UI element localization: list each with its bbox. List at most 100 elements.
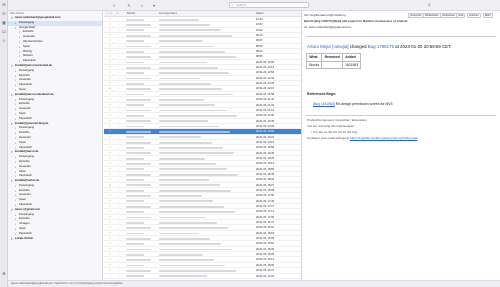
- read-status-icon[interactable]: ◦: [118, 274, 119, 279]
- changes-table: What Removed Added Blocks 1811563: [305, 53, 362, 70]
- folder-pane: Alle Ordner ▾ aaron.reidenbach@googlemail…: [8, 11, 103, 280]
- redacted-correspondent: [126, 195, 151, 197]
- redacted-correspondent: [126, 184, 151, 187]
- redacted-correspondent: [126, 120, 151, 123]
- redacted-subject: [159, 163, 216, 165]
- redacted-correspondent: [126, 179, 144, 181]
- app-menu-icon[interactable]: ≡: [428, 2, 438, 9]
- redacted-subject: [159, 275, 207, 278]
- redacted-subject: [159, 216, 206, 219]
- redacted-subject: [159, 61, 207, 64]
- redacted-correspondent: [126, 50, 144, 53]
- redacted-correspondent: [126, 125, 144, 128]
- spaces-toolbar: ✉ ☷ ▦ ☑ ☺ ⚙: [0, 0, 8, 287]
- redacted-subject: [159, 40, 203, 42]
- table-header-what: What: [305, 53, 323, 62]
- redacted-correspondent: [126, 152, 151, 155]
- redacted-correspondent: [126, 45, 151, 48]
- redacted-subject: [159, 109, 226, 112]
- redacted-subject: [159, 56, 236, 58]
- header-divider: [306, 36, 496, 37]
- redacted-subject: [159, 269, 236, 272]
- redacted-correspondent: [126, 93, 144, 96]
- configure-text: Configure your email settings at: [307, 136, 351, 140]
- redacted-subject: [159, 237, 210, 240]
- tag-button[interactable]: ⌂: [139, 3, 145, 8]
- redacted-correspondent: [126, 66, 151, 69]
- redacted-subject: [159, 66, 218, 69]
- redacted-correspondent: [126, 40, 144, 42]
- junk-button[interactable]: Junk: [456, 13, 466, 18]
- redacted-correspondent: [126, 168, 144, 171]
- search-field[interactable]: ⌕ Search…: [229, 2, 309, 8]
- redacted-subject: [159, 243, 221, 246]
- redacted-correspondent: [126, 163, 151, 165]
- redacted-subject: [159, 248, 232, 251]
- delete-button[interactable]: Löschen: [467, 13, 481, 18]
- redacted-correspondent: [126, 141, 151, 144]
- table-header-added: Added: [342, 53, 362, 62]
- redacted-subject: [159, 189, 231, 192]
- redacted-correspondent: [126, 253, 144, 256]
- chat-space-icon[interactable]: ☺: [2, 39, 7, 43]
- redacted-subject: [159, 184, 220, 187]
- message-row[interactable]: ☆ ◦ 20.01.23, 14:34: [104, 274, 301, 279]
- redacted-subject: [159, 98, 204, 101]
- addressbook-space-icon[interactable]: ☷: [2, 12, 7, 16]
- change-time: at 2023-01-20 20:59:59 CET:: [393, 44, 452, 49]
- email-settings-link[interactable]: https://bugzilla.mozilla.org/userprefs.c…: [350, 136, 417, 140]
- redacted-correspondent: [126, 205, 151, 208]
- redacted-correspondent: [126, 264, 144, 267]
- tasks-space-icon[interactable]: ☑: [2, 30, 7, 34]
- redacted-correspondent: [126, 82, 144, 85]
- referenced-bugs-heading: Referenced Bugs:: [307, 92, 337, 96]
- message-pane: Antworten Weiterleiten Archivieren Junk Lösc…: [303, 11, 500, 280]
- footer-divider: [306, 115, 496, 116]
- mail-space-icon[interactable]: ✉: [2, 3, 7, 7]
- redacted-correspondent: [126, 24, 151, 26]
- redacted-subject: [159, 157, 205, 160]
- more-button[interactable]: Mehr: [483, 13, 493, 18]
- changed-text: changed: [348, 44, 368, 49]
- bugzilla-user-link[interactable]: Arturo Mejia [:amejia]: [307, 44, 348, 49]
- menu-button[interactable]: ▾: [151, 3, 157, 8]
- redacted-subject: [159, 232, 199, 235]
- bug-link[interactable]: Bug 1796175: [368, 44, 394, 49]
- star-icon[interactable]: ☆: [109, 274, 111, 279]
- search-icon: ⌕: [231, 3, 234, 7]
- thunderbird-window: ✉ ☷ ▦ ☑ ☺ ⚙ ⇩ ✎ ⌂ ▾ ⌕ Search… ≡ Alle Ordner ▾ aar…: [0, 0, 500, 287]
- write-button[interactable]: ✎: [126, 3, 132, 8]
- redacted-subject: [159, 168, 227, 171]
- redacted-subject: [159, 88, 222, 91]
- folder-account[interactable]: ▾ Lokale Ordner: [8, 237, 102, 242]
- message-list: ⋮ ☆ ⌇ Betreff Korrespondent Datum ☆ ◦ 10:3…: [104, 11, 302, 280]
- redacted-correspondent: [126, 98, 151, 101]
- archive-button[interactable]: Archivieren: [440, 13, 457, 18]
- redacted-correspondent: [126, 227, 151, 229]
- redacted-subject: [159, 195, 202, 197]
- redacted-correspondent: [126, 232, 144, 235]
- redacted-correspondent: [126, 269, 151, 272]
- redacted-correspondent: [126, 216, 151, 219]
- account-icon: ▾: [11, 236, 13, 241]
- forward-button[interactable]: Weiterleiten: [423, 13, 441, 18]
- status-bar: aaron.reidenbach@googlemail.com: Nachric…: [8, 280, 500, 287]
- redacted-subject: [159, 221, 217, 224]
- settings-space-icon[interactable]: ⚙: [2, 272, 7, 276]
- referenced-bug: [Bug 1811563] Re-design permission scree…: [313, 102, 392, 106]
- redacted-correspondent: [126, 131, 151, 133]
- configure-settings: Configure your email settings at https:/…: [307, 136, 417, 140]
- redacted-correspondent: [126, 147, 144, 149]
- get-messages-button[interactable]: ⇩: [111, 3, 117, 8]
- referenced-bug-link[interactable]: [Bug 1811563]: [313, 102, 335, 106]
- calendar-space-icon[interactable]: ▦: [2, 21, 7, 25]
- search-placeholder: Search…: [236, 3, 249, 7]
- redacted-subject: [159, 205, 224, 208]
- table-header-removed: Removed: [321, 53, 344, 62]
- reply-button[interactable]: Antworten: [408, 13, 424, 18]
- redacted-subject: [159, 141, 212, 144]
- referenced-bug-title: Re-design permission screen for MV3: [334, 102, 393, 106]
- redacted-correspondent: [126, 56, 151, 58]
- redacted-correspondent: [126, 104, 144, 107]
- product-component: Product/Component: Core/other / Extensio…: [307, 118, 367, 122]
